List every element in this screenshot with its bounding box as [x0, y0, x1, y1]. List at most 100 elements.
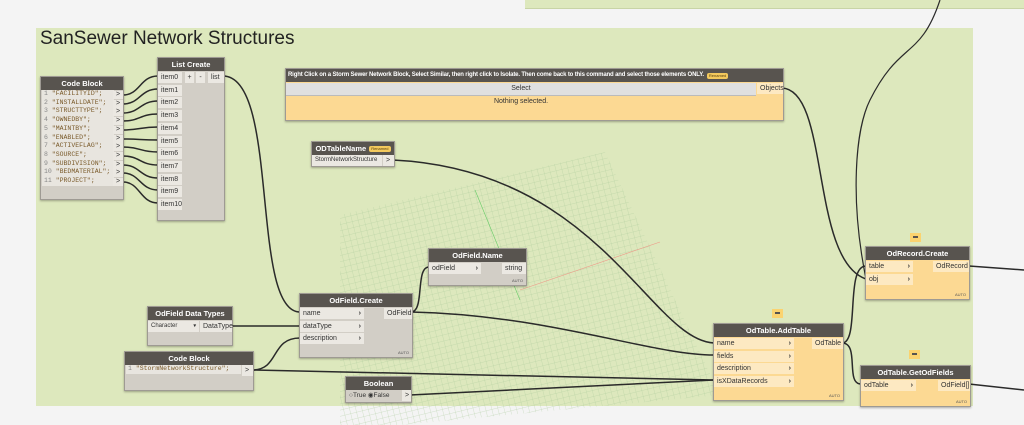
chevron-down-icon: ▾ [193, 323, 196, 329]
odrecord-create-node[interactable]: OdRecord.Create table › obj › OdRecord AUTO [865, 246, 970, 300]
input-port-table[interactable]: table › [866, 261, 913, 272]
code-line: 11 "PROJECT"; [44, 177, 114, 186]
comment-icon[interactable] [910, 233, 921, 242]
port-label: table [869, 263, 885, 270]
output-port-datatype[interactable]: DataType [200, 321, 233, 332]
output-port-odrecord[interactable]: OdRecord [933, 261, 969, 272]
code-text: "SUBDIVISION"; [51, 159, 107, 167]
input-port-item8[interactable]: item8 [158, 173, 182, 185]
output-port[interactable]: > [113, 125, 123, 134]
line-number: 5 [44, 124, 48, 132]
code-editor[interactable]: 1 "StormNetworkStructure"; [126, 365, 241, 374]
line-number: 6 [44, 133, 48, 141]
input-port-description[interactable]: description › [714, 363, 794, 374]
input-port-name[interactable]: name › [300, 308, 364, 319]
node-title: Code Block [125, 352, 253, 365]
odfield-create-node[interactable]: OdField.Create name › dataType › description… [299, 293, 413, 358]
chevron-right-icon: › [475, 265, 478, 272]
output-port[interactable]: > [113, 99, 123, 108]
odfield-name-node[interactable]: OdField.Name odField › string AUTO [428, 248, 527, 286]
line-number: 4 [44, 116, 48, 124]
output-port-objects[interactable]: Objects [757, 83, 784, 94]
output-port-list[interactable]: list [208, 72, 224, 83]
renamed-badge: Renamed [369, 146, 391, 153]
input-port-isXDataRecords[interactable]: isXDataRecords › [714, 375, 794, 387]
input-port-name[interactable]: name › [714, 338, 794, 349]
output-port[interactable]: > [113, 160, 123, 169]
input-port-fields[interactable]: fields › [714, 350, 794, 362]
port-label: isXDataRecords [717, 377, 768, 385]
comment-icon[interactable] [909, 350, 920, 359]
chevron-right-icon: › [358, 310, 361, 317]
node-title: OdRecord.Create [866, 247, 969, 260]
input-port-obj[interactable]: obj › [866, 273, 913, 285]
code-line: 2 "INSTALLDATE"; [44, 99, 114, 108]
output-port[interactable]: > [113, 143, 123, 152]
input-port-item4[interactable]: item4 [158, 122, 182, 134]
comment-icon[interactable] [772, 309, 783, 318]
node-title: Right Click on a Storm Sewer Network Blo… [288, 72, 704, 78]
port-label: obj [869, 275, 879, 283]
code-line: 7 "ACTIVEFLAG"; [44, 142, 114, 151]
output-port[interactable]: > [113, 91, 123, 99]
output-port[interactable]: > [402, 390, 411, 401]
output-port-odtable[interactable]: OdTable [812, 338, 843, 349]
output-port[interactable]: > [113, 134, 123, 143]
line-number: 7 [44, 142, 48, 150]
input-port-odfield[interactable]: odField › [429, 263, 481, 274]
node-title: OdField.Name [429, 249, 526, 262]
boolean-node[interactable]: Boolean ○True ◉False > [345, 376, 412, 403]
string-value-input[interactable]: StormNetworkStructure [312, 155, 382, 166]
chevron-right-icon: › [358, 335, 361, 342]
input-port-item1[interactable]: item1 [158, 84, 182, 96]
input-port-item2[interactable]: item2 [158, 97, 182, 109]
datatype-dropdown[interactable]: Character ▾ [148, 321, 199, 332]
output-port[interactable]: > [113, 178, 123, 186]
output-port[interactable]: > [383, 155, 394, 166]
line-number: 1 [44, 90, 48, 97]
code-block-node[interactable]: Code Block 1 "FACILITYID"; 2 "INSTALLDATE… [40, 76, 124, 200]
line-number: 9 [44, 159, 48, 167]
output-port-string[interactable]: string [502, 263, 526, 274]
code-line: 4 "OWNEDBY"; [44, 116, 114, 125]
input-port-item0[interactable]: item0 [158, 72, 182, 83]
list-create-node[interactable]: List Create item0 item1 item2 item3 item4 ite… [157, 57, 225, 221]
boolean-radio-group[interactable]: ○True ◉False [349, 391, 389, 399]
output-port[interactable]: > [113, 151, 123, 160]
output-port[interactable]: > [113, 169, 123, 178]
code-text: "STRUCTTYPE"; [51, 107, 103, 115]
odfield-datatypes-node[interactable]: OdField Data Types Character ▾ DataType [147, 306, 233, 346]
code-block-node-2[interactable]: Code Block 1 "StormNetworkStructure"; > [124, 351, 254, 391]
odtable-addtable-node[interactable]: OdTable.AddTable name › fields › description… [713, 323, 844, 401]
input-port-description[interactable]: description › [300, 333, 364, 344]
input-port-item10[interactable]: item10 [158, 199, 182, 210]
output-port-odfields[interactable]: OdField[] [938, 380, 970, 391]
odtable-getodfields-node[interactable]: OdTable.GetOdFields odTable › OdField[] A… [860, 365, 971, 407]
select-button[interactable]: Select [286, 83, 756, 96]
input-port-item5[interactable]: item5 [158, 135, 182, 147]
lacing-indicator: AUTO [511, 278, 523, 283]
input-port-item6[interactable]: item6 [158, 148, 182, 160]
odtablename-node[interactable]: ODTableName Renamed StormNetworkStructure… [311, 141, 395, 167]
input-port-item7[interactable]: item7 [158, 160, 182, 172]
code-editor[interactable]: 1 "FACILITYID"; 2 "INSTALLDATE"; 3 "STRUCT… [42, 90, 114, 186]
code-line: 6 "ENABLED"; [44, 134, 114, 143]
input-port-item9[interactable]: item9 [158, 186, 182, 198]
output-port-odfield[interactable]: OdField [384, 308, 412, 319]
output-port[interactable]: > [113, 117, 123, 126]
output-port[interactable]: > [113, 108, 123, 117]
input-port-dataType[interactable]: dataType › [300, 320, 364, 332]
port-label: description [303, 335, 337, 342]
port-label: fields [717, 352, 734, 360]
line-number: 2 [44, 98, 48, 106]
input-port-item3[interactable]: item3 [158, 110, 182, 122]
chevron-right-icon: › [788, 365, 791, 372]
lacing-indicator: AUTO [954, 292, 966, 297]
remove-input-button[interactable]: - [196, 72, 205, 83]
chevron-right-icon: › [358, 322, 361, 330]
add-input-button[interactable]: + [185, 72, 194, 83]
output-port[interactable]: > [242, 365, 253, 376]
lacing-indicator: AUTO [828, 393, 840, 398]
select-objects-node[interactable]: Right Click on a Storm Sewer Network Blo… [285, 68, 784, 121]
input-port-odtable[interactable]: odTable › [861, 380, 916, 391]
